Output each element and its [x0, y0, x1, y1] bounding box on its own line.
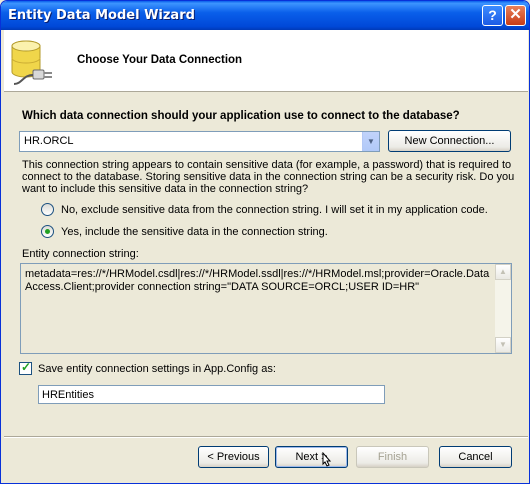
- include-radio-label: Yes, include the sensitive data in the c…: [61, 226, 328, 238]
- connection-dropdown-value: HR.ORCL: [24, 135, 74, 147]
- save-settings-checkbox[interactable]: ✓: [19, 360, 32, 375]
- exclude-radio[interactable]: [41, 203, 54, 216]
- new-connection-button[interactable]: New Connection...: [388, 130, 511, 152]
- close-button[interactable]: ✕: [505, 5, 526, 26]
- scroll-down-icon[interactable]: ▼: [495, 337, 511, 353]
- title-bar[interactable]: Entity Data Model Wizard ? ✕: [1, 1, 529, 30]
- help-button[interactable]: ?: [482, 5, 503, 26]
- entity-string-label: Entity connection string:: [22, 248, 139, 260]
- entity-name-field-wrapper: [38, 385, 385, 404]
- wizard-window: Entity Data Model Wizard ? ✕ Choose Your…: [0, 0, 530, 484]
- cancel-button[interactable]: Cancel: [439, 446, 512, 468]
- wizard-content: Which data connection should your applic…: [4, 93, 528, 436]
- vertical-scrollbar[interactable]: ▲ ▼: [495, 264, 511, 353]
- save-settings-label: Save entity connection settings in App.C…: [38, 363, 276, 375]
- window-title: Entity Data Model Wizard: [8, 8, 195, 23]
- page-title: Choose Your Data Connection: [77, 54, 243, 66]
- scroll-up-icon[interactable]: ▲: [495, 264, 511, 280]
- connection-dropdown[interactable]: HR.ORCL ▼: [19, 131, 380, 152]
- sensitive-data-warning: This connection string appears to contai…: [22, 159, 515, 195]
- mouse-pointer-icon: [322, 452, 332, 467]
- entity-string-value: metadata=res://*/HRModel.csdl|res://*/HR…: [25, 268, 490, 293]
- chevron-down-icon[interactable]: ▼: [362, 132, 379, 151]
- include-sensitive-option[interactable]: Yes, include the sensitive data in the c…: [41, 224, 361, 240]
- checkmark-icon: ✓: [21, 360, 32, 374]
- finish-button[interactable]: Finish: [356, 446, 429, 468]
- entity-string-textarea[interactable]: metadata=res://*/HRModel.csdl|res://*/HR…: [20, 263, 512, 354]
- previous-button[interactable]: < Previous: [198, 446, 269, 468]
- exclude-radio-label: No, exclude sensitive data from the conn…: [61, 204, 488, 216]
- database-plug-icon: [11, 40, 52, 85]
- connection-question: Which data connection should your applic…: [22, 110, 460, 122]
- entity-name-field[interactable]: [39, 386, 384, 403]
- include-radio[interactable]: [41, 225, 54, 238]
- exclude-sensitive-option[interactable]: No, exclude sensitive data from the conn…: [41, 202, 511, 218]
- next-button[interactable]: Next >: [275, 446, 348, 468]
- wizard-header: Choose Your Data Connection: [4, 30, 528, 92]
- footer-divider: [4, 436, 528, 438]
